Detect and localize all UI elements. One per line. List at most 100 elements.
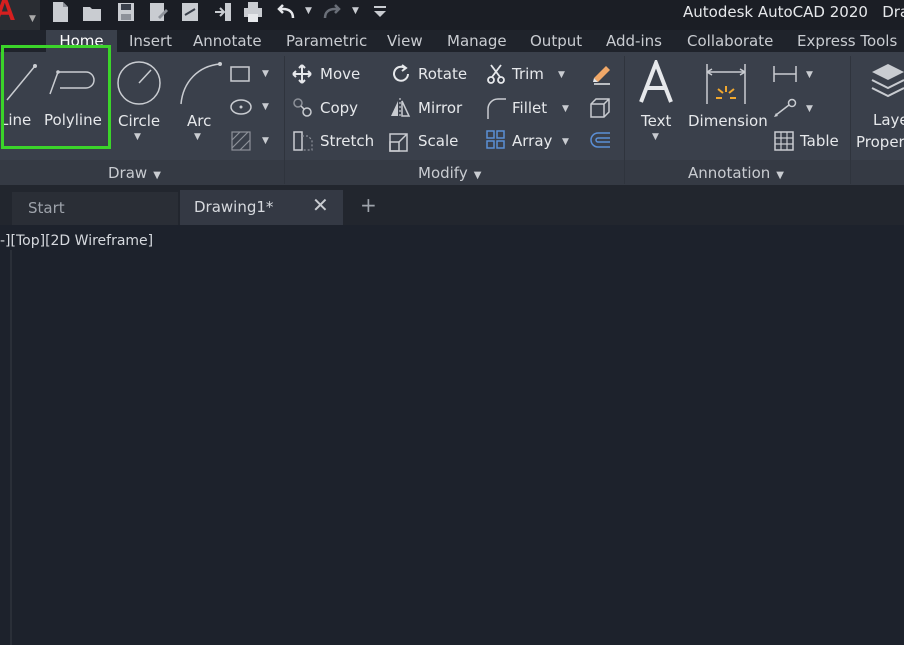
move-button[interactable]: Move xyxy=(290,62,370,86)
fillet-icon xyxy=(487,98,506,119)
offset-icon xyxy=(590,132,610,148)
scale-icon xyxy=(389,133,408,152)
hatch-button[interactable]: ▼ xyxy=(230,130,274,152)
text-tool-icon xyxy=(639,60,673,103)
explode-button[interactable] xyxy=(588,96,614,120)
mirror-icon xyxy=(391,98,411,118)
dimension-button[interactable]: Dimension xyxy=(684,58,768,148)
tab-output[interactable]: Output xyxy=(530,32,582,50)
new-file-icon[interactable] xyxy=(50,1,70,23)
chevron-down-icon: ▼ xyxy=(153,170,161,181)
leader-button[interactable]: ▼ xyxy=(772,96,818,120)
dimension-tool-icon xyxy=(706,64,746,104)
stretch-icon xyxy=(293,131,313,151)
plus-icon: + xyxy=(360,193,377,217)
undo-icon[interactable] xyxy=(276,1,296,23)
ellipse-icon xyxy=(230,99,252,115)
chevron-down-icon: ▼ xyxy=(194,132,201,142)
chevron-down-icon: ▼ xyxy=(262,69,269,79)
trim-button[interactable]: Trim ▼ xyxy=(484,62,570,86)
save-as-icon[interactable] xyxy=(148,1,168,23)
mirror-button[interactable]: Mirror xyxy=(388,96,472,120)
circle-tool-icon xyxy=(117,61,161,105)
chevron-down-icon: ▼ xyxy=(562,104,569,114)
chevron-down-icon: ▼ xyxy=(134,132,141,142)
drawing-canvas[interactable] xyxy=(0,225,904,645)
application-menu-button[interactable]: A ▼ xyxy=(0,0,40,30)
tab-insert[interactable]: Insert xyxy=(129,32,172,50)
file-tab-drawing[interactable]: Drawing1* ✕ xyxy=(180,190,343,225)
hatch-icon xyxy=(231,131,251,151)
tab-manage[interactable]: Manage xyxy=(447,32,507,50)
chevron-down-icon: ▼ xyxy=(262,102,269,112)
save-icon[interactable] xyxy=(116,1,136,23)
undo-dropdown-icon[interactable]: ▼ xyxy=(305,6,312,16)
new-tab-button[interactable]: + xyxy=(354,192,382,220)
draw-panel-label[interactable]: Draw ▼ xyxy=(108,164,161,182)
copy-label: Copy xyxy=(320,99,359,117)
panel-separator xyxy=(624,56,625,184)
arc-tool-icon xyxy=(180,62,222,105)
arc-button[interactable]: Arc ▼ xyxy=(176,56,226,154)
layer-properties-label-line1: Laye xyxy=(873,111,904,129)
layers-stack-icon xyxy=(871,64,904,98)
tab-collaborate[interactable]: Collaborate xyxy=(687,32,773,50)
save-to-web-icon[interactable] xyxy=(213,1,233,23)
layer-properties-button[interactable]: Laye Proper xyxy=(856,58,904,154)
erase-button[interactable] xyxy=(590,62,614,86)
circle-label: Circle xyxy=(118,112,161,130)
chevron-down-icon: ▼ xyxy=(806,104,813,114)
stretch-button[interactable]: Stretch xyxy=(290,129,376,153)
linear-dimension-button[interactable]: ▼ xyxy=(772,62,818,86)
table-icon xyxy=(774,131,794,151)
fillet-button[interactable]: Fillet ▼ xyxy=(484,96,570,120)
mirror-label: Mirror xyxy=(418,99,463,117)
window-title: Autodesk AutoCAD 2020 Draw xyxy=(683,3,904,21)
rotate-button[interactable]: Rotate xyxy=(388,62,472,86)
viewport-controls[interactable]: -][Top][2D Wireframe] xyxy=(0,233,153,249)
scale-button[interactable]: Scale xyxy=(388,129,472,153)
linear-dimension-icon xyxy=(773,66,797,82)
redo-icon[interactable] xyxy=(322,1,342,23)
tab-parametric[interactable]: Parametric xyxy=(286,32,367,50)
window-title-suffix: Draw xyxy=(882,3,904,21)
text-button[interactable]: Text ▼ xyxy=(634,58,678,148)
chevron-down-icon: ▼ xyxy=(562,137,569,147)
chevron-down-icon: ▼ xyxy=(558,70,565,80)
tab-view[interactable]: View xyxy=(387,32,423,50)
circle-button[interactable]: Circle ▼ xyxy=(112,56,166,154)
file-tab-start-label: Start xyxy=(28,199,65,217)
canvas-edge xyxy=(10,250,12,645)
copy-button[interactable]: Copy xyxy=(290,96,370,120)
offset-button[interactable] xyxy=(588,129,614,153)
chevron-down-icon: ▼ xyxy=(29,14,36,24)
plot-printer-icon[interactable] xyxy=(243,1,263,23)
modify-panel-label[interactable]: Modify ▼ xyxy=(418,164,481,182)
customize-toolbar-icon[interactable] xyxy=(370,1,390,23)
open-web-icon[interactable] xyxy=(180,1,200,23)
table-label: Table xyxy=(800,132,839,150)
annotation-panel-label[interactable]: Annotation ▼ xyxy=(688,164,784,182)
chevron-down-icon: ▼ xyxy=(652,132,659,142)
layer-properties-label-line2: Proper xyxy=(856,133,904,151)
rectangle-icon xyxy=(230,66,250,82)
copy-icon xyxy=(293,98,312,117)
tab-add-ins[interactable]: Add-ins xyxy=(606,32,662,50)
file-tab-drawing-label: Drawing1* xyxy=(194,198,274,216)
chevron-down-icon: ▼ xyxy=(473,170,482,181)
file-tab-start[interactable]: Start xyxy=(12,192,178,225)
rectangle-button[interactable]: ▼ xyxy=(230,64,274,84)
redo-dropdown-icon[interactable]: ▼ xyxy=(352,6,359,16)
panel-separator xyxy=(284,56,285,184)
array-label: Array xyxy=(512,132,553,150)
array-button[interactable]: Array ▼ xyxy=(484,129,570,153)
ellipse-button[interactable]: ▼ xyxy=(230,96,274,118)
chevron-down-icon: ▼ xyxy=(776,170,784,181)
tab-express-tools[interactable]: Express Tools xyxy=(797,32,897,50)
table-button[interactable]: Table xyxy=(772,129,842,153)
close-icon[interactable]: ✕ xyxy=(312,193,329,217)
move-label: Move xyxy=(320,65,361,83)
stretch-label: Stretch xyxy=(320,132,375,150)
open-folder-icon[interactable] xyxy=(82,1,102,23)
tab-annotate[interactable]: Annotate xyxy=(193,32,262,50)
